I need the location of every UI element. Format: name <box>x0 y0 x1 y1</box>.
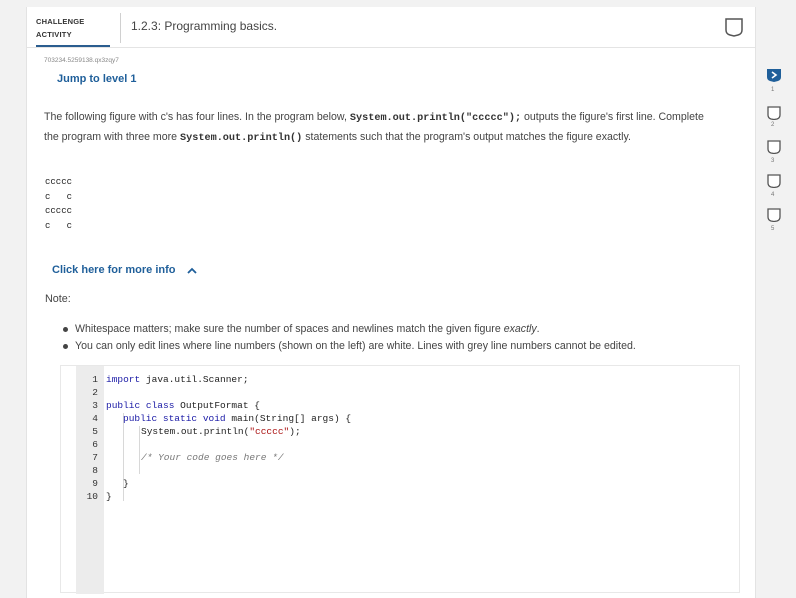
challenge-activity-badge: CHALLENGE ACTIVITY <box>36 15 110 47</box>
line-number: 4 <box>92 413 98 424</box>
note-text: . <box>536 323 540 335</box>
code-line-7-comment[interactable]: /* Your code goes here */ <box>141 452 284 463</box>
level-3-badge-icon[interactable] <box>766 140 782 154</box>
code-line-4[interactable]: public static void main(String[] args) { <box>123 413 351 424</box>
header-divider <box>120 13 121 43</box>
indent-guide <box>139 426 140 474</box>
note-list: Whitespace matters; make sure the number… <box>63 321 636 355</box>
activity-title: 1.2.3: Programming basics. <box>131 19 278 33</box>
more-info-toggle[interactable]: Click here for more info <box>52 264 197 276</box>
level-number: 3 <box>771 158 775 164</box>
badge-line-activity: ACTIVITY <box>36 30 72 39</box>
target-figure: ccccc c c ccccc c c <box>45 175 72 233</box>
code-keyword: public class <box>106 400 175 411</box>
note-item-editable-lines: You can only edit lines where line numbe… <box>63 338 636 355</box>
challenge-card: CHALLENGE ACTIVITY 1.2.3: Programming ba… <box>26 7 756 598</box>
line-number: 9 <box>92 478 98 489</box>
code-text: ); <box>289 426 301 437</box>
code-line-5[interactable]: System.out.println("ccccc"); <box>141 426 301 437</box>
editor-gutter-white <box>61 366 76 594</box>
figure-line: ccccc <box>45 177 73 187</box>
level-1-current-icon[interactable] <box>766 68 782 82</box>
code-line-10[interactable]: } <box>106 491 112 502</box>
level-4-badge-icon[interactable] <box>766 174 782 188</box>
desc-text-1: The following figure with c's has four l… <box>44 111 350 123</box>
desc-code-2: System.out.println() <box>180 133 303 144</box>
code-text: java.util.Scanner; <box>140 374 249 385</box>
figure-line: c c <box>45 220 73 231</box>
level-5-badge-icon[interactable] <box>766 208 782 222</box>
figure-line: ccccc <box>45 206 73 217</box>
chevron-up-icon <box>186 267 197 274</box>
level-number: 1 <box>771 87 775 93</box>
desc-code-1: System.out.println("ccccc"); <box>349 113 522 124</box>
activity-code-id: 703234.5259138.qx3zqy7 <box>44 57 119 64</box>
line-number: 7 <box>92 452 98 463</box>
figure-line: c c <box>45 191 73 202</box>
more-info-label: Click here for more info <box>52 264 176 276</box>
code-text: OutputFormat { <box>174 400 260 411</box>
line-number: 5 <box>92 426 98 437</box>
level-number: 5 <box>771 226 775 232</box>
activity-header: CHALLENGE ACTIVITY 1.2.3: Programming ba… <box>27 7 755 48</box>
line-number: 6 <box>92 439 98 450</box>
level-number: 2 <box>771 122 775 128</box>
badge-line-challenge: CHALLENGE <box>36 17 85 26</box>
code-text: main(String[] args) { <box>225 413 352 424</box>
completion-badge-icon <box>725 18 743 37</box>
line-number: 1 <box>92 374 98 385</box>
jump-to-level-link[interactable]: Jump to level 1 <box>57 73 136 85</box>
code-text: System.out.println( <box>141 426 250 437</box>
note-label: Note: <box>45 293 71 305</box>
line-number: 8 <box>92 465 98 476</box>
code-editor[interactable]: 1 2 3 4 5 6 7 8 9 10 import java.util.Sc… <box>60 365 740 594</box>
line-number: 2 <box>92 387 98 398</box>
problem-description: The following figure with c's has four l… <box>44 108 709 148</box>
level-2-badge-icon[interactable] <box>766 106 782 120</box>
code-string: "ccccc" <box>249 426 290 437</box>
desc-text-3: statements such that the program's outpu… <box>302 131 631 143</box>
code-line-1[interactable]: import java.util.Scanner; <box>106 374 249 385</box>
line-number: 10 <box>86 491 98 502</box>
line-number: 3 <box>92 400 98 411</box>
code-line-3[interactable]: public class OutputFormat { <box>106 400 260 411</box>
code-line-9[interactable]: } <box>123 478 129 489</box>
note-item-whitespace: Whitespace matters; make sure the number… <box>63 321 636 338</box>
note-emphasis: exactly <box>503 323 537 335</box>
code-keyword: import <box>106 374 141 385</box>
note-text: Whitespace matters; make sure the number… <box>75 323 504 335</box>
code-keyword: public static void <box>123 413 226 424</box>
level-number: 4 <box>771 192 775 198</box>
